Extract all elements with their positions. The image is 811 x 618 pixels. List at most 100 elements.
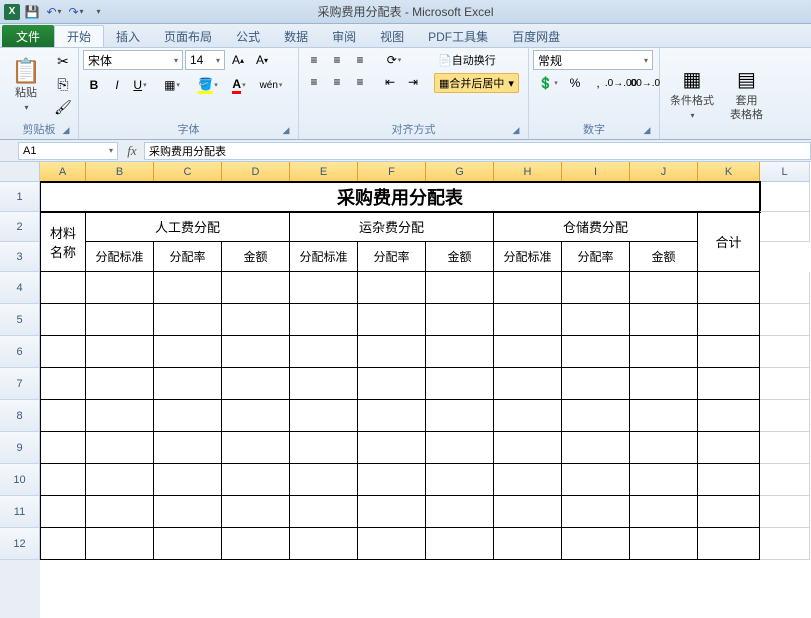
cell[interactable]: [358, 464, 426, 496]
cell[interactable]: [760, 432, 810, 464]
cell[interactable]: [86, 496, 154, 528]
qat-undo-button[interactable]: ↶▾: [44, 3, 64, 21]
cell[interactable]: [562, 528, 630, 560]
font-color-button[interactable]: A▾: [224, 75, 254, 95]
wrap-text-button[interactable]: 📄 自动换行: [434, 50, 519, 70]
cell[interactable]: [86, 400, 154, 432]
col-header-I[interactable]: I: [562, 162, 630, 182]
qat-save-button[interactable]: 💾: [22, 3, 42, 21]
cut-button[interactable]: ✂: [52, 51, 74, 73]
title-cell[interactable]: 采购费用分配表: [40, 182, 760, 212]
cell[interactable]: [630, 304, 698, 336]
cell[interactable]: [426, 336, 494, 368]
cell[interactable]: [358, 496, 426, 528]
cell[interactable]: [760, 336, 810, 368]
cell[interactable]: [630, 368, 698, 400]
cell[interactable]: [86, 432, 154, 464]
border-button[interactable]: ▦▾: [157, 75, 187, 95]
cell[interactable]: [698, 464, 760, 496]
sub-header-1[interactable]: 分配率: [154, 242, 222, 272]
cell[interactable]: [40, 496, 86, 528]
italic-button[interactable]: I: [106, 75, 128, 95]
number-format-combo[interactable]: 常规▾: [533, 50, 653, 70]
cell[interactable]: [154, 336, 222, 368]
cell[interactable]: [290, 432, 358, 464]
fill-color-button[interactable]: 🪣▾: [193, 75, 223, 95]
cell[interactable]: [494, 304, 562, 336]
cell[interactable]: [426, 432, 494, 464]
cell[interactable]: [562, 304, 630, 336]
cell[interactable]: [86, 464, 154, 496]
sub-header-2[interactable]: 金额: [222, 242, 290, 272]
cell[interactable]: [154, 272, 222, 304]
name-box[interactable]: A1▾: [18, 142, 118, 160]
cell[interactable]: [562, 464, 630, 496]
cell[interactable]: [358, 304, 426, 336]
row-header-1[interactable]: 1: [0, 182, 40, 212]
tab-view[interactable]: 视图: [368, 25, 416, 47]
paste-button[interactable]: 📋 粘贴▾: [4, 50, 48, 119]
cell[interactable]: [760, 400, 810, 432]
tab-baidu[interactable]: 百度网盘: [500, 25, 572, 47]
cell[interactable]: [426, 304, 494, 336]
fx-button[interactable]: fx: [120, 143, 144, 159]
cell[interactable]: [86, 336, 154, 368]
cell[interactable]: [290, 272, 358, 304]
decrease-decimal-button[interactable]: .00→.0: [633, 73, 655, 93]
cell[interactable]: [358, 528, 426, 560]
cell[interactable]: [154, 528, 222, 560]
sub-header-0[interactable]: 分配标准: [86, 242, 154, 272]
indent-decrease-button[interactable]: ⇤: [379, 72, 401, 92]
cell[interactable]: [40, 528, 86, 560]
cell[interactable]: [40, 400, 86, 432]
cell[interactable]: [40, 432, 86, 464]
cell[interactable]: [358, 368, 426, 400]
cell[interactable]: [86, 528, 154, 560]
cell[interactable]: [290, 528, 358, 560]
col-header-D[interactable]: D: [222, 162, 290, 182]
cell[interactable]: [222, 336, 290, 368]
cell[interactable]: [154, 400, 222, 432]
cell[interactable]: [562, 368, 630, 400]
font-size-combo[interactable]: 14▾: [185, 50, 225, 70]
cell[interactable]: [562, 496, 630, 528]
tab-home[interactable]: 开始: [54, 25, 104, 47]
cell[interactable]: [698, 304, 760, 336]
tab-insert[interactable]: 插入: [104, 25, 152, 47]
align-top-button[interactable]: ≡: [303, 50, 325, 70]
cell[interactable]: [222, 528, 290, 560]
cell[interactable]: [222, 432, 290, 464]
indent-increase-button[interactable]: ⇥: [402, 72, 424, 92]
cell[interactable]: [494, 432, 562, 464]
cell[interactable]: [222, 400, 290, 432]
sum-header[interactable]: 合计: [698, 212, 760, 272]
cell[interactable]: [630, 528, 698, 560]
copy-button[interactable]: ⎘: [52, 74, 74, 96]
cell[interactable]: [358, 400, 426, 432]
align-center-button[interactable]: ≡: [326, 72, 348, 92]
cell[interactable]: [630, 432, 698, 464]
font-name-combo[interactable]: 宋体▾: [83, 50, 183, 70]
cell[interactable]: [760, 272, 810, 304]
cell[interactable]: [760, 528, 810, 560]
cell[interactable]: [426, 528, 494, 560]
cell[interactable]: [426, 272, 494, 304]
cell[interactable]: [86, 368, 154, 400]
grow-font-button[interactable]: A▴: [227, 50, 249, 70]
cell[interactable]: [494, 528, 562, 560]
shrink-font-button[interactable]: A▾: [251, 50, 273, 70]
col-header-F[interactable]: F: [358, 162, 426, 182]
table-format-button[interactable]: ▤ 套用 表格格: [724, 50, 769, 135]
cell[interactable]: [698, 528, 760, 560]
tab-file[interactable]: 文件: [2, 25, 54, 47]
row-header-12[interactable]: 12: [0, 528, 40, 560]
row-header-2[interactable]: 2: [0, 212, 40, 242]
cell[interactable]: [562, 400, 630, 432]
cell[interactable]: [358, 272, 426, 304]
col-header-C[interactable]: C: [154, 162, 222, 182]
cell[interactable]: [494, 336, 562, 368]
format-painter-button[interactable]: 🖌: [52, 97, 74, 119]
align-launcher[interactable]: ◢: [510, 125, 522, 137]
cell[interactable]: [222, 272, 290, 304]
row-header-4[interactable]: 4: [0, 272, 40, 304]
